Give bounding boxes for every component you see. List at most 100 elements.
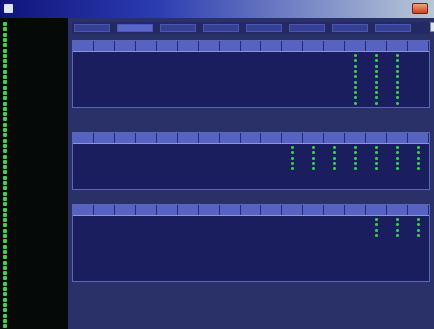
sidebar-item[interactable] — [3, 239, 65, 244]
column-header[interactable] — [157, 41, 178, 51]
table-row[interactable] — [73, 156, 429, 161]
sidebar-item[interactable] — [3, 228, 65, 233]
sidebar-item[interactable] — [3, 69, 65, 74]
close-button[interactable] — [412, 3, 428, 14]
sidebar-item[interactable] — [3, 27, 65, 32]
table-row[interactable] — [73, 90, 429, 95]
sidebar-item[interactable] — [3, 297, 65, 302]
sidebar-item[interactable] — [3, 186, 65, 191]
column-header[interactable] — [220, 41, 241, 51]
column-header[interactable] — [303, 41, 325, 51]
column-header[interactable] — [366, 205, 388, 215]
sidebar-item[interactable] — [3, 106, 65, 111]
table-row[interactable] — [73, 166, 429, 171]
column-header[interactable] — [387, 41, 409, 51]
sidebar-item[interactable] — [3, 96, 65, 101]
column-header[interactable] — [324, 41, 346, 51]
sidebar-item[interactable] — [3, 181, 65, 185]
column-header[interactable] — [136, 41, 157, 51]
column-header[interactable] — [324, 205, 346, 215]
table-row[interactable] — [73, 217, 429, 222]
column-header[interactable] — [199, 41, 220, 51]
table-row[interactable] — [73, 228, 429, 233]
column-header[interactable] — [408, 41, 429, 51]
column-header[interactable] — [261, 41, 283, 51]
column-header[interactable] — [220, 205, 241, 215]
tab[interactable] — [160, 24, 196, 32]
sidebar-item[interactable] — [3, 128, 65, 132]
sidebar-item[interactable] — [3, 302, 65, 307]
column-header[interactable] — [115, 205, 136, 215]
column-header[interactable] — [199, 133, 220, 143]
table-row[interactable] — [73, 233, 429, 238]
column-header[interactable] — [136, 205, 157, 215]
sidebar-item[interactable] — [3, 234, 65, 238]
column-header[interactable] — [241, 41, 262, 51]
column-header[interactable] — [241, 133, 262, 143]
table-row[interactable] — [73, 69, 429, 74]
sidebar-item[interactable] — [3, 43, 65, 48]
column-header[interactable] — [73, 205, 94, 215]
column-header[interactable] — [345, 41, 367, 51]
sidebar-item[interactable] — [3, 159, 65, 164]
sidebar-item[interactable] — [3, 37, 65, 42]
sidebar-item[interactable] — [3, 281, 65, 286]
column-header[interactable] — [136, 133, 157, 143]
sidebar-item[interactable] — [3, 255, 65, 260]
sidebar-item[interactable] — [3, 122, 65, 127]
table-row[interactable] — [73, 101, 429, 106]
column-header[interactable] — [303, 205, 325, 215]
column-header[interactable] — [324, 133, 346, 143]
sidebar-item[interactable] — [3, 133, 65, 138]
column-header[interactable] — [94, 205, 115, 215]
column-header[interactable] — [157, 133, 178, 143]
table-row[interactable] — [73, 85, 429, 90]
column-header[interactable] — [178, 133, 199, 143]
table-row[interactable] — [73, 95, 429, 100]
column-header[interactable] — [408, 205, 429, 215]
sidebar-item[interactable] — [3, 271, 65, 276]
column-header[interactable] — [73, 133, 94, 143]
table-row[interactable] — [73, 53, 429, 58]
column-header[interactable] — [115, 133, 136, 143]
tab[interactable] — [117, 24, 153, 32]
sidebar-item[interactable] — [3, 22, 65, 26]
sidebar-item[interactable] — [3, 90, 65, 95]
sidebar-item[interactable] — [3, 313, 65, 318]
sidebar-item[interactable] — [3, 112, 65, 117]
sidebar-item[interactable] — [3, 207, 65, 212]
column-header[interactable] — [261, 205, 283, 215]
column-header[interactable] — [345, 205, 367, 215]
column-header[interactable] — [387, 205, 409, 215]
sidebar-item[interactable] — [3, 48, 65, 53]
table-row[interactable] — [73, 80, 429, 85]
sidebar-item[interactable] — [3, 249, 65, 254]
table-row[interactable] — [73, 74, 429, 79]
toolbar-field[interactable] — [430, 22, 434, 32]
column-header[interactable] — [157, 205, 178, 215]
table-row[interactable] — [73, 222, 429, 227]
tab[interactable] — [332, 24, 368, 32]
sidebar-item[interactable] — [3, 117, 65, 122]
sidebar-item[interactable] — [3, 32, 65, 37]
sidebar-item[interactable] — [3, 170, 65, 175]
sidebar-item[interactable] — [3, 260, 65, 265]
sidebar-item[interactable] — [3, 223, 65, 228]
column-header[interactable] — [261, 133, 283, 143]
column-header[interactable] — [366, 41, 388, 51]
sidebar-item[interactable] — [3, 53, 65, 58]
column-header[interactable] — [345, 133, 367, 143]
table-row[interactable] — [73, 161, 429, 166]
sidebar-item[interactable] — [3, 101, 65, 106]
column-header[interactable] — [178, 205, 199, 215]
sidebar-item[interactable] — [3, 318, 65, 323]
sidebar-item[interactable] — [3, 64, 65, 69]
table-row[interactable] — [73, 145, 429, 150]
table-row[interactable] — [73, 150, 429, 155]
tab[interactable] — [203, 24, 239, 32]
tab[interactable] — [289, 24, 325, 32]
column-header[interactable] — [241, 205, 262, 215]
column-header[interactable] — [73, 41, 94, 51]
column-header[interactable] — [199, 205, 220, 215]
sidebar-item[interactable] — [3, 218, 65, 223]
